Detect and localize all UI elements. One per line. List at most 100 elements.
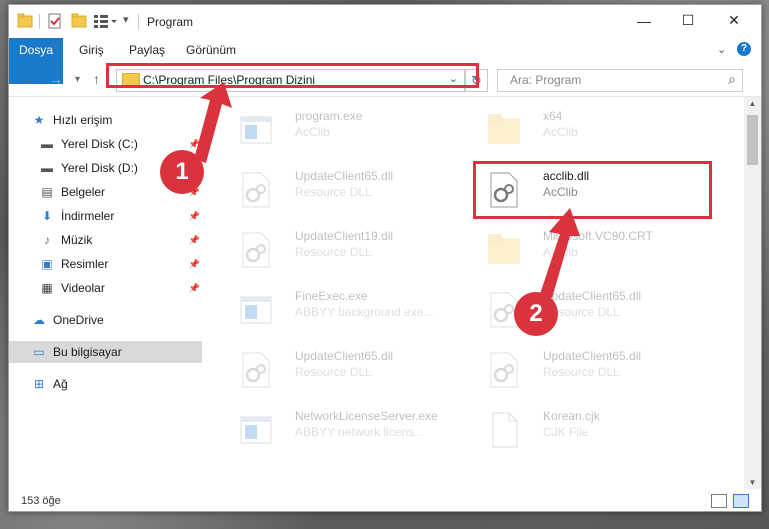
file-name: program.exe [295,109,363,123]
ribbon-tabs: Dosya Giriş Paylaş Görünüm ⌄ ? [9,38,761,84]
file-description: Resource DLL [543,365,620,379]
item-count: 153 öğe [21,495,61,507]
sidebar-item-label: OneDrive [53,313,104,327]
sidebar-item[interactable]: ⊞ Ağ [9,373,202,395]
recent-locations-icon[interactable]: ▾ [75,74,80,85]
details-view-icon[interactable] [711,494,727,508]
documents-icon: ▤ [41,185,53,199]
sidebar-item[interactable]: ♪ Müzik 📌 [9,229,202,251]
dll-icon [239,171,273,209]
file-item[interactable]: UpdateClient65.dll Resource DLL [229,345,459,391]
properties-icon[interactable] [47,13,63,31]
exe-icon [239,411,273,449]
folder-icon[interactable] [17,13,33,31]
sidebar-item-label: Belgeler [61,185,106,199]
file-description: Resource DLL [295,365,372,379]
music-icon: ♪ [44,233,50,247]
computer-icon: ▭ [33,345,45,359]
file-name: FineExec.exe [295,289,368,303]
file-name: UpdateClient65.dll [543,349,642,363]
sidebar-item[interactable]: ⬇ İndirmeler 📌 [9,205,202,227]
sidebar-item[interactable]: ▣ Resimler 📌 [9,253,202,275]
large-icons-view-icon[interactable] [733,494,749,508]
file-item[interactable]: NetworkLicenseServer.exe ABBYY network li… [229,405,459,451]
window-title: Program [147,15,194,29]
minimize-button[interactable]: — [621,5,667,36]
search-placeholder: Ara: Program [510,73,582,87]
title-bar: ▾ Program — ☐ ✕ [9,5,761,38]
sidebar-item[interactable]: ☁ OneDrive [9,309,202,331]
pin-icon: 📌 [188,282,200,293]
tab-share[interactable]: Paylaş [119,38,175,62]
file-item[interactable]: x64 AcClib [477,105,707,151]
file-item[interactable]: UpdateClient65.dll Resource DLL [229,165,459,211]
vertical-scrollbar[interactable]: ▲ ▼ [744,97,761,489]
sidebar-item-label: Yerel Disk (C:) [61,137,138,151]
folder-icon [487,111,521,149]
forward-arrow-icon[interactable]: → [49,71,63,87]
file-description: Resource DLL [295,245,372,259]
pin-icon: 📌 [188,258,200,269]
file-description: AcClib [295,125,330,139]
file-item[interactable]: Microsoft.VC90.CRT AcClib [477,225,707,271]
tab-view[interactable]: Görünüm [176,38,246,62]
file-item[interactable]: FineExec.exe ABBYY background exe... [229,285,459,331]
sidebar-item[interactable]: ▦ Videolar 📌 [9,277,202,299]
sidebar-item[interactable]: ▭ Bu bilgisayar [9,341,202,363]
close-button[interactable]: ✕ [711,5,757,36]
search-box[interactable]: Ara: Program ⌕ [497,69,743,92]
exe-icon [239,111,273,149]
file-item[interactable]: program.exe AcClib [229,105,459,151]
scroll-up-icon[interactable]: ▲ [744,99,761,108]
up-arrow-icon[interactable]: ↑ [93,71,100,87]
file-item[interactable]: UpdateClient19.dll Resource DLL [229,225,459,271]
sidebar-item[interactable]: ★ Hızlı erişim [9,109,202,131]
file-name: NetworkLicenseServer.exe [295,409,438,423]
file-item[interactable]: Korean.cjk CJK File [477,405,707,451]
star-icon: ★ [33,113,45,127]
downloads-icon: ⬇ [41,209,53,223]
cloud-icon: ☁ [33,313,45,327]
title-separator [138,14,139,29]
file-name: UpdateClient65.dll [295,169,394,183]
dll-icon [239,351,273,389]
address-highlight-box [106,63,479,88]
file-description: AcClib [543,245,578,259]
file-name: Microsoft.VC90.CRT [543,229,653,243]
pin-icon: 📌 [188,138,200,149]
sidebar-item-label: Ağ [53,377,68,391]
file-description: Resource DLL [295,185,372,199]
help-icon[interactable]: ? [737,42,751,56]
drive-icon: ▬ [41,137,53,151]
file-highlight-box [473,161,712,219]
sidebar-item-label: Yerel Disk (D:) [61,161,138,175]
videos-icon: ▦ [41,281,53,295]
exe-icon [239,291,273,329]
scroll-down-icon[interactable]: ▼ [744,478,761,487]
callout-2: 2 [514,292,558,336]
sidebar-item-label: Müzik [61,233,93,247]
scroll-thumb[interactable] [747,115,758,165]
file-name: UpdateClient65.dll [543,289,642,303]
file-list: program.exe AcClib x64 AcClib UpdateClient65… [219,97,739,487]
chevron-down-icon[interactable]: ⌄ [717,43,726,56]
file-description: AcClib [543,125,578,139]
file-description: ABBYY background exe... [295,305,434,319]
file-description: CJK File [543,425,589,439]
tab-home[interactable]: Giriş [69,38,114,62]
back-arrow-icon[interactable]: ← [21,71,35,87]
pictures-icon: ▣ [41,257,53,271]
sidebar-item-label: Resimler [61,257,109,271]
file-item[interactable]: UpdateClient65.dll Resource DLL [477,345,707,391]
qat-dropdown-icon[interactable]: ▾ [123,13,129,31]
new-folder-icon[interactable] [71,13,87,31]
customize-icon[interactable] [93,13,119,31]
status-bar: 153 öğe [9,489,761,511]
file-item[interactable]: UpdateClient65.dll Resource DLL [477,285,707,331]
sidebar-item-label: Bu bilgisayar [53,345,122,359]
sidebar-item-label: İndirmeler [61,209,115,223]
maximize-button[interactable]: ☐ [665,5,711,36]
toolbar-separator [39,14,40,29]
dll-icon [239,231,273,269]
sidebar-item-label: Hızlı erişim [53,113,113,127]
